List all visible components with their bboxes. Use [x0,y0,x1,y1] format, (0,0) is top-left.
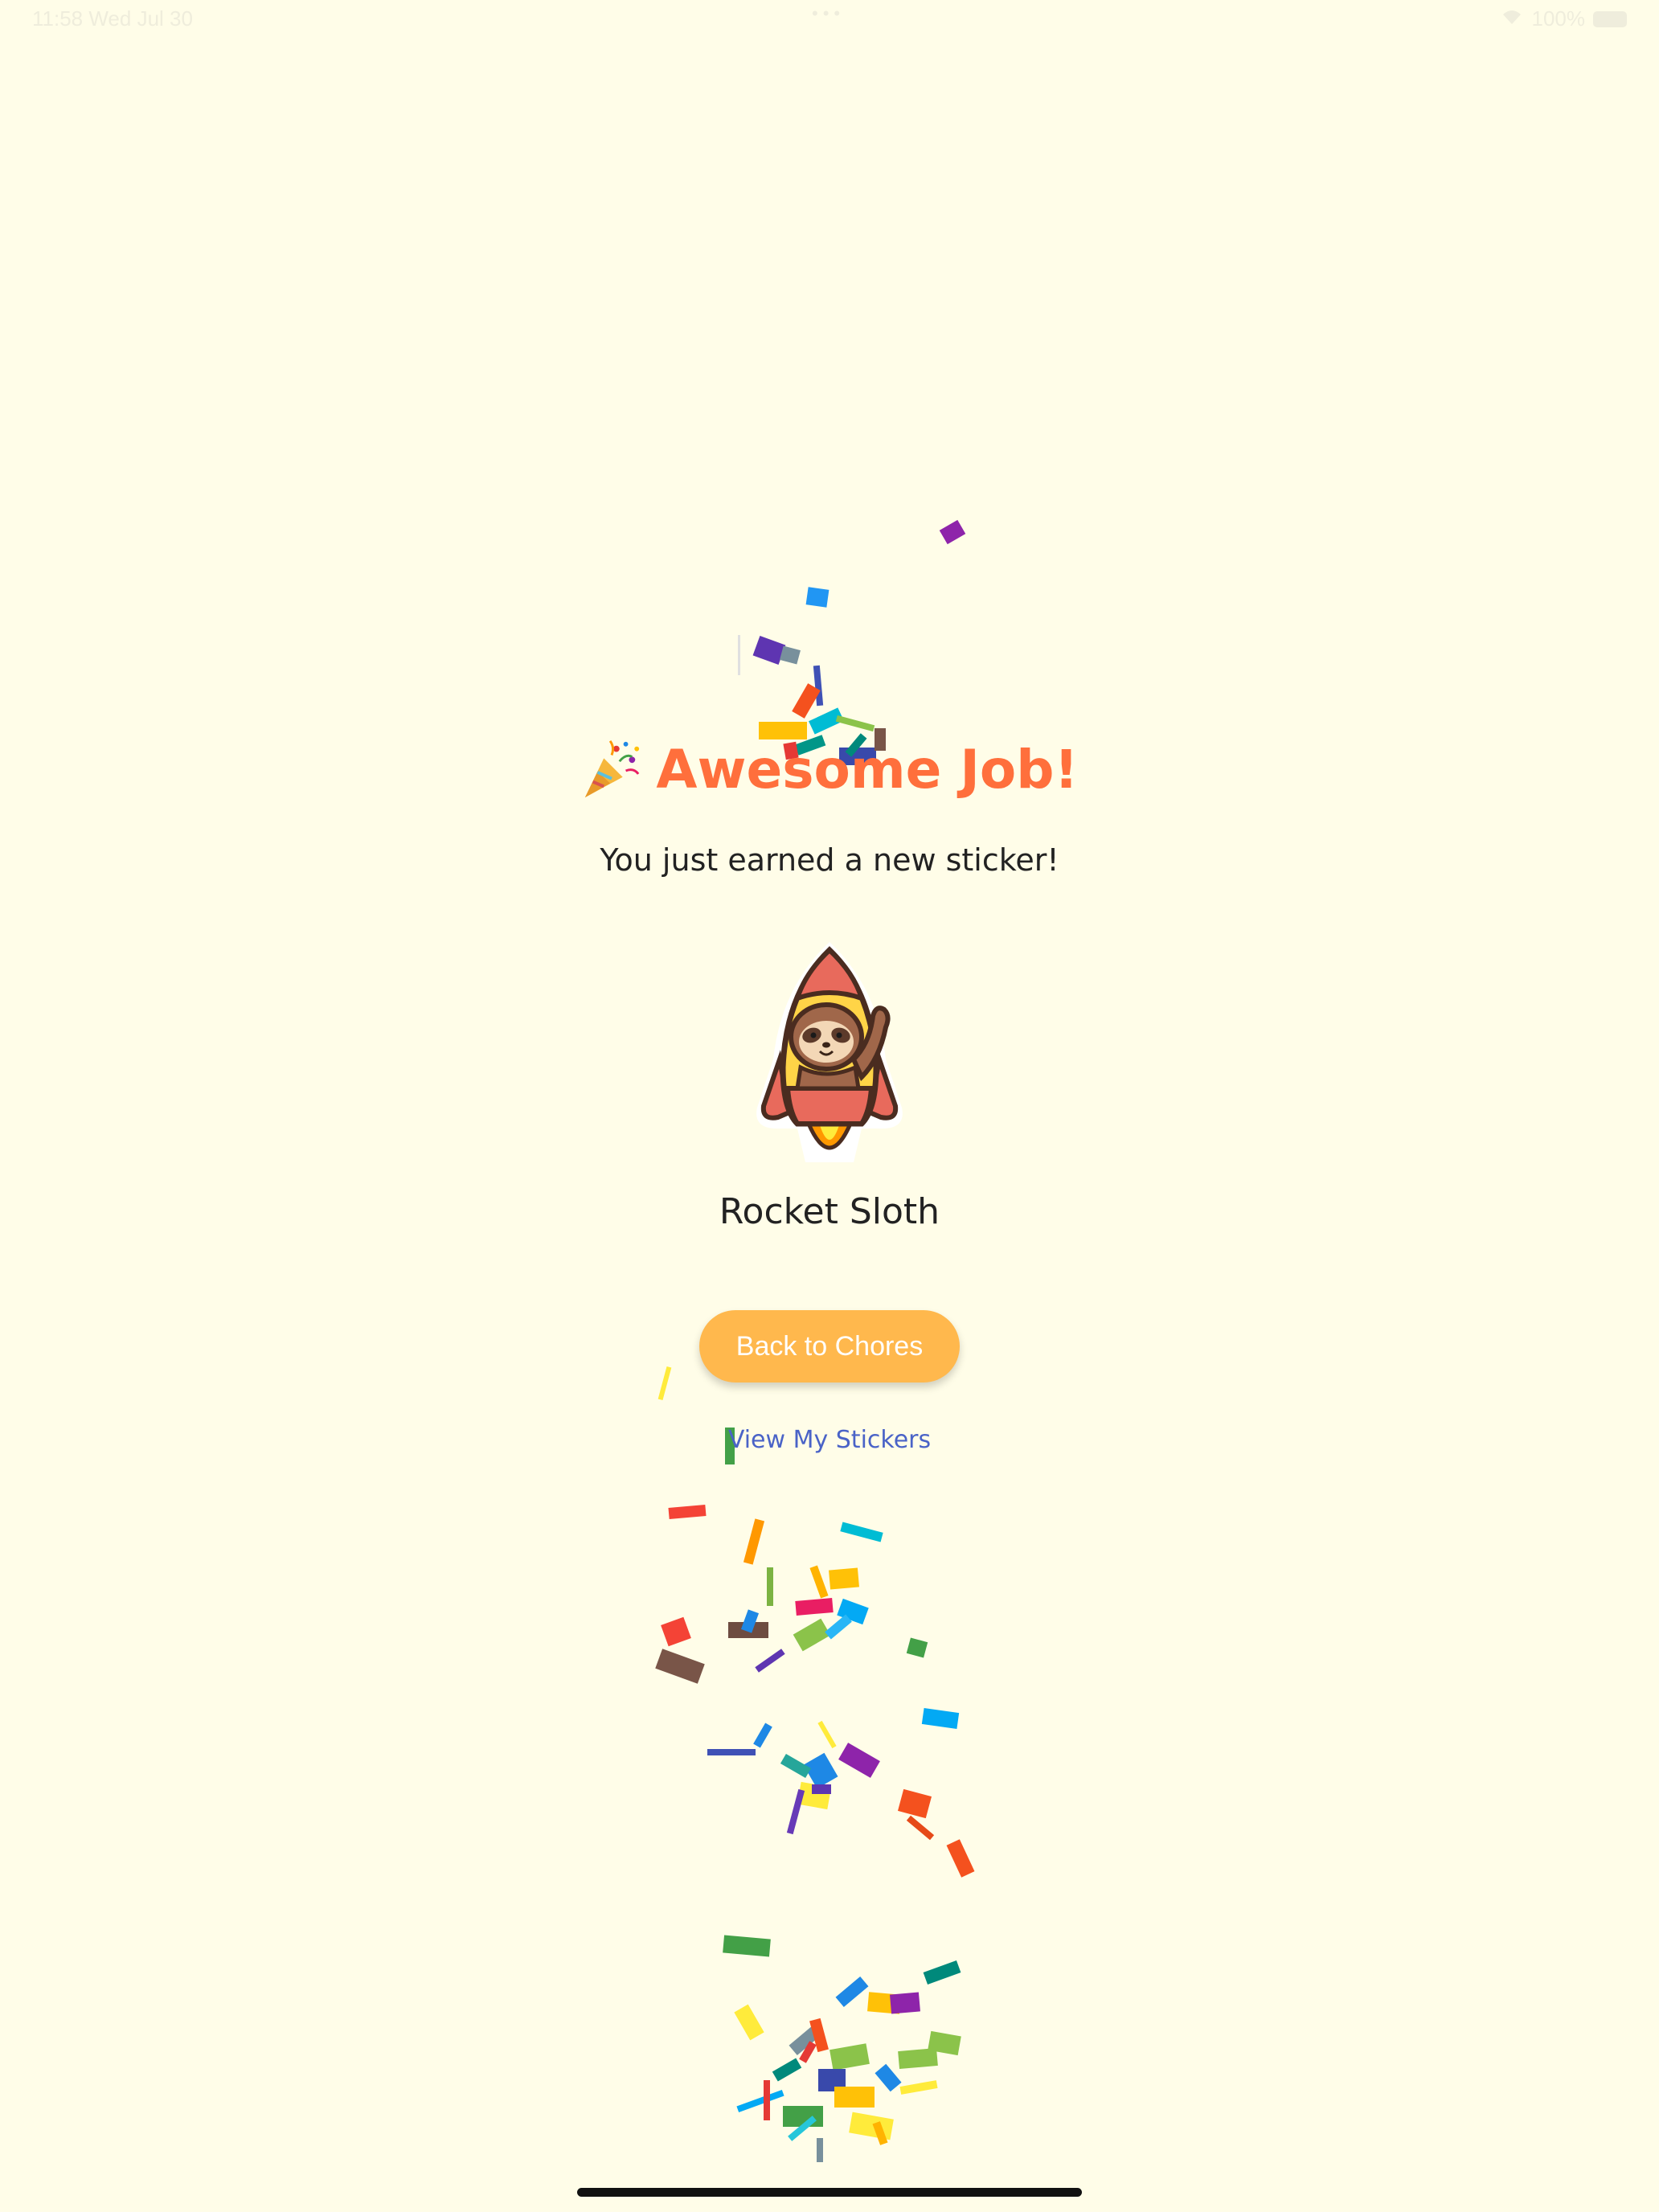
wifi-icon [1500,6,1524,31]
celebration-title: Awesome Job! [656,738,1079,801]
battery-percent: 100% [1531,6,1586,31]
status-bar: 11:58 Wed Jul 30 ••• 100% [0,0,1659,39]
back-to-chores-button[interactable]: Back to Chores [699,1310,960,1382]
sticker-name: Rocket Sloth [719,1191,940,1232]
status-time: 11:58 Wed Jul 30 [32,6,193,31]
multitasking-dots[interactable]: ••• [812,3,845,24]
rocket-sloth-sticker [741,939,918,1164]
battery-icon [1593,10,1627,27]
sticker-reward-screen: 11:58 Wed Jul 30 ••• 100% Awesome Job! Y… [0,0,1659,2212]
celebration-title-row: Awesome Job! [0,738,1659,801]
view-my-stickers-link[interactable]: View My Stickers [0,1426,1659,1454]
celebration-subtitle: You just earned a new sticker! [600,842,1059,878]
party-popper-icon [580,738,643,801]
home-indicator[interactable] [577,2188,1082,2197]
status-indicators: 100% [1500,6,1627,31]
